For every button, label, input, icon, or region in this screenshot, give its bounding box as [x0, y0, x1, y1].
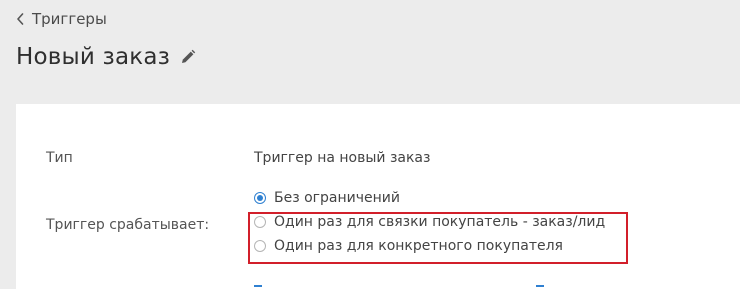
- trigger-settings-card: Тип Триггер на новый заказ Триггер сраба…: [16, 104, 740, 289]
- chevron-left-icon: [16, 13, 24, 25]
- back-link-triggers[interactable]: Триггеры: [16, 10, 107, 28]
- type-label: Тип: [46, 150, 73, 166]
- type-value: Триггер на новый заказ: [254, 150, 431, 166]
- cut-off-link[interactable]: [254, 283, 544, 289]
- trigger-fires-label: Триггер срабатывает:: [46, 217, 210, 233]
- radio-unselected-icon[interactable]: [254, 216, 266, 228]
- radio-option-label: Без ограничений: [274, 190, 400, 206]
- radio-option-once-per-customer[interactable]: Один раз для конкретного покупателя: [254, 238, 563, 254]
- radio-option-unlimited[interactable]: Без ограничений: [254, 190, 400, 206]
- radio-option-label: Один раз для конкретного покупателя: [274, 238, 563, 254]
- radio-option-once-per-order[interactable]: Один раз для связки покупатель - заказ/л…: [254, 214, 605, 230]
- radio-selected-icon[interactable]: [254, 192, 266, 204]
- pencil-icon[interactable]: [180, 49, 196, 65]
- back-link-label: Триггеры: [32, 10, 107, 28]
- page-title-row: Новый заказ: [16, 44, 196, 70]
- page-title: Новый заказ: [16, 44, 171, 70]
- radio-unselected-icon[interactable]: [254, 240, 266, 252]
- radio-option-label: Один раз для связки покупатель - заказ/л…: [274, 214, 606, 230]
